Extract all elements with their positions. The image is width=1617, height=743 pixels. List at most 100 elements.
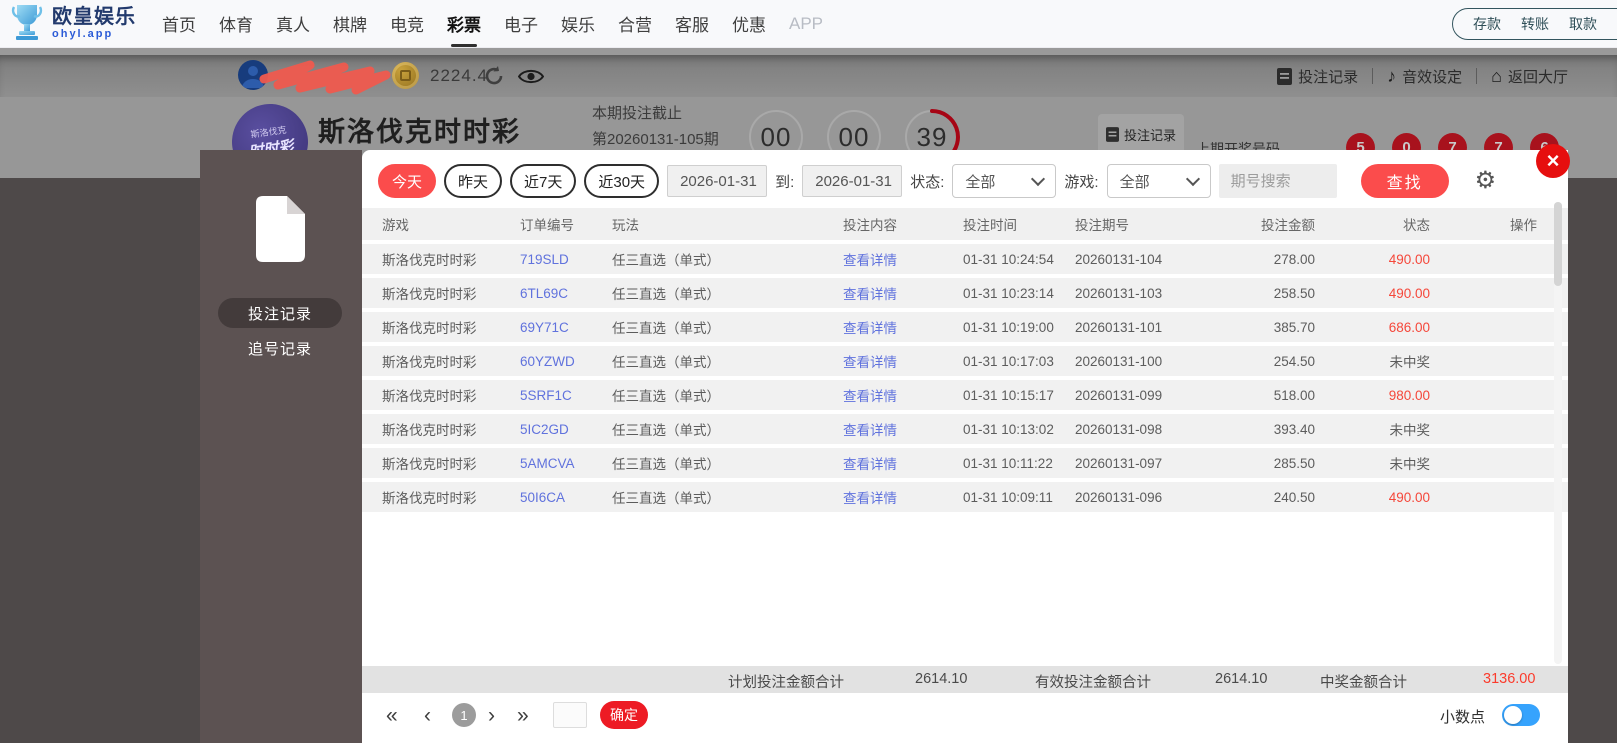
coin-icon (392, 62, 419, 89)
table-row: 斯洛伐克时时彩 69Y71C 任三直选（单式） 查看详情 01-31 10:19:00 2… (362, 312, 1568, 342)
wallet-button-存款[interactable]: 存款 (1473, 14, 1501, 34)
page-jump-input[interactable] (553, 702, 587, 728)
column-header-8: 状态 (1403, 218, 1430, 233)
table-row: 斯洛伐克时时彩 5IC2GD 任三直选（单式） 查看详情 01-31 10:13:02 2… (362, 414, 1568, 444)
current-page-badge[interactable]: 1 (452, 703, 476, 727)
nav-item-棋牌[interactable]: 棋牌 (331, 11, 369, 36)
user-bar: 2224.4 投注记录 ♪ 音效设定 ⌂ 返回大厅 (0, 55, 1617, 97)
nav-item-电竞[interactable]: 电竞 (388, 11, 426, 36)
cell-amount: 285.50 (1273, 455, 1315, 471)
sidebar-item-chase-records[interactable]: 追号记录 (218, 333, 342, 363)
date-to-input[interactable]: 2026-01-31 (802, 165, 903, 197)
table-row: 斯洛伐克时时彩 5AMCVA 任三直选（单式） 查看详情 01-31 10:11:22 2… (362, 448, 1568, 478)
cell-order-link[interactable]: 60YZWD (520, 354, 612, 369)
table-row: 斯洛伐克时时彩 60YZWD 任三直选（单式） 查看详情 01-31 10:17:03 2… (362, 346, 1568, 376)
date-from-input[interactable]: 2026-01-31 (667, 165, 768, 197)
deadline-label: 本期投注截止 (592, 105, 683, 122)
page-confirm-button[interactable]: 确定 (600, 701, 648, 729)
cell-amount: 258.50 (1273, 285, 1315, 301)
prev-page-button[interactable]: ‹ (424, 702, 431, 730)
cell-game: 斯洛伐克时时彩 (382, 389, 477, 404)
cell-view-details-link[interactable]: 查看详情 (843, 385, 963, 405)
game-select[interactable]: 全部 (1106, 164, 1211, 198)
brand-name: 欧皇娱乐 (52, 6, 136, 28)
table-row: 斯洛伐克时时彩 719SLD 任三直选（单式） 查看详情 01-31 10:24:54 2… (362, 244, 1568, 274)
wallet-button-取款[interactable]: 取款 (1569, 14, 1597, 34)
wallet-button-转账[interactable]: 转账 (1521, 14, 1549, 34)
first-page-button[interactable]: « (386, 702, 398, 730)
nav-item-彩票[interactable]: 彩票 (445, 11, 483, 47)
column-header-7: 投注金额 (1261, 218, 1315, 233)
top-navbar: 欧皇娱乐 ohyl.app 首页 体育 真人 棋牌 电竞 彩票 电子 娱乐 合营 客服 优惠 APP … (0, 0, 1617, 48)
cell-view-details-link[interactable]: 查看详情 (843, 249, 963, 269)
plan-total-label: 计划投注金额合计 (728, 675, 844, 691)
cell-order-link[interactable]: 50I6CA (520, 490, 612, 505)
cell-play: 任三直选（单式） (612, 491, 720, 506)
cell-time: 01-31 10:23:14 (963, 285, 1054, 301)
cell-view-details-link[interactable]: 查看详情 (843, 419, 963, 439)
cell-play: 任三直选（单式） (612, 423, 720, 438)
nav-item-体育[interactable]: 体育 (217, 11, 255, 36)
refresh-icon[interactable] (483, 65, 505, 87)
column-header-4: 投注内容 (843, 218, 897, 233)
quick-filter-近30天[interactable]: 近30天 (584, 164, 660, 198)
cell-amount: 254.50 (1273, 353, 1315, 369)
next-page-button[interactable]: › (488, 702, 495, 730)
last-page-button[interactable]: » (517, 702, 529, 730)
music-note-icon: ♪ (1387, 66, 1397, 86)
nav-item-合营[interactable]: 合营 (616, 11, 654, 36)
scrollbar[interactable] (1554, 202, 1562, 664)
deadline-block: 本期投注截止 第20260131-105期 (592, 106, 719, 147)
decimal-toggle[interactable] (1502, 704, 1540, 726)
cell-game: 斯洛伐克时时彩 (382, 253, 477, 268)
eye-icon[interactable] (518, 68, 544, 85)
table-row: 斯洛伐克时时彩 6TL69C 任三直选（单式） 查看详情 01-31 10:23:14 2… (362, 278, 1568, 308)
cell-order-link[interactable]: 5AMCVA (520, 456, 612, 471)
cell-view-details-link[interactable]: 查看详情 (843, 317, 963, 337)
status-select[interactable]: 全部 (952, 164, 1057, 198)
table-row: 斯洛伐克时时彩 50I6CA 任三直选（单式） 查看详情 01-31 10:09:11 2… (362, 482, 1568, 512)
cell-order-link[interactable]: 69Y71C (520, 320, 612, 335)
bet-record-button[interactable]: 投注记录 (1098, 114, 1184, 154)
close-icon[interactable]: × (1536, 144, 1570, 178)
quick-filter-昨天[interactable]: 昨天 (444, 164, 503, 198)
cell-view-details-link[interactable]: 查看详情 (843, 487, 963, 507)
cell-time: 01-31 10:19:00 (963, 319, 1054, 335)
cell-order-link[interactable]: 719SLD (520, 252, 612, 267)
modal-sidebar: 投注记录 追号记录 (200, 150, 362, 743)
nav-item-真人[interactable]: 真人 (274, 11, 312, 36)
brand-logo[interactable]: 欧皇娱乐 ohyl.app (10, 3, 136, 43)
document-icon (1277, 67, 1293, 85)
quick-filter-近7天[interactable]: 近7天 (510, 164, 577, 198)
nav-item-电子[interactable]: 电子 (502, 11, 540, 36)
cell-view-details-link[interactable]: 查看详情 (843, 351, 963, 371)
bet-records-link[interactable]: 投注记录 (1277, 66, 1358, 87)
cell-view-details-link[interactable]: 查看详情 (843, 283, 963, 303)
cell-order-link[interactable]: 6TL69C (520, 286, 612, 301)
quick-filter-今天[interactable]: 今天 (378, 164, 437, 198)
cell-time: 01-31 10:13:02 (963, 421, 1054, 437)
cell-view-details-link[interactable]: 查看详情 (843, 453, 963, 473)
cell-play: 任三直选（单式） (612, 253, 720, 268)
cell-time: 01-31 10:17:03 (963, 353, 1054, 369)
nav-item-优惠[interactable]: 优惠 (730, 11, 768, 36)
scrollbar-thumb[interactable] (1554, 202, 1562, 286)
cell-order-link[interactable]: 5SRF1C (520, 388, 612, 403)
nav-item-首页[interactable]: 首页 (160, 11, 198, 36)
plan-total-value: 2614.10 (915, 671, 968, 687)
nav-item-娱乐[interactable]: 娱乐 (559, 11, 597, 36)
sound-settings-link[interactable]: ♪ 音效设定 (1387, 66, 1462, 87)
nav-item-客服[interactable]: 客服 (673, 11, 711, 36)
period-search-input[interactable] (1218, 164, 1337, 198)
pagination-bar: « ‹ 1 › » 确定 小数点 (362, 698, 1568, 738)
cell-game: 斯洛伐克时时彩 (382, 423, 477, 438)
cell-order-link[interactable]: 5IC2GD (520, 422, 612, 437)
cell-amount: 518.00 (1273, 387, 1315, 403)
sidebar-item-bet-records[interactable]: 投注记录 (218, 298, 342, 328)
cell-game: 斯洛伐克时时彩 (382, 321, 477, 336)
gear-icon[interactable]: ⚙ (1475, 169, 1497, 193)
find-button[interactable]: 查找 (1360, 164, 1449, 198)
back-to-lobby-link[interactable]: ⌂ 返回大厅 (1491, 66, 1568, 87)
nav-item-APP[interactable]: APP (787, 14, 825, 34)
cell-amount: 385.70 (1273, 319, 1315, 335)
